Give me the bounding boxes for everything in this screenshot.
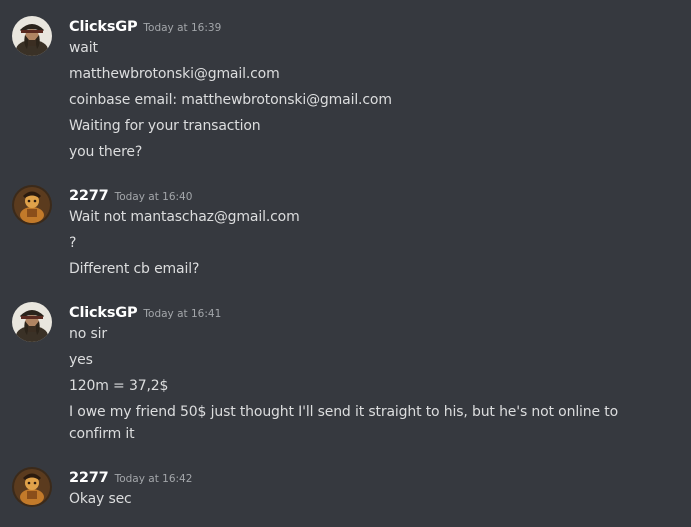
- timestamp: Today at 16:40: [114, 191, 193, 203]
- timestamp: Today at 16:41: [143, 308, 222, 320]
- message-header: ClicksGP Today at 16:41: [69, 302, 221, 322]
- message-text: ?: [69, 235, 77, 251]
- timestamp: Today at 16:39: [143, 22, 222, 34]
- treasure-avatar-icon[interactable]: [12, 467, 52, 507]
- pirate-avatar-icon[interactable]: [12, 16, 52, 56]
- username[interactable]: ClicksGP: [69, 305, 138, 321]
- username[interactable]: ClicksGP: [69, 19, 138, 35]
- message-text: Waiting for your transaction: [69, 118, 261, 134]
- message-text: no sir: [69, 326, 107, 342]
- timestamp: Today at 16:42: [114, 473, 193, 485]
- username[interactable]: 2277: [69, 188, 109, 204]
- chat-message-list: ClicksGP Today at 16:39 wait matthewbroto…: [0, 0, 691, 527]
- message-text: you there?: [69, 144, 143, 160]
- treasure-avatar-icon[interactable]: [12, 185, 52, 225]
- message-text: coinbase email: matthewbrotonski@gmail.c…: [69, 92, 392, 108]
- message-text: yes: [69, 352, 93, 368]
- message-text: Different cb email?: [69, 261, 200, 277]
- message-text: Wait not mantaschaz@gmail.com: [69, 209, 300, 225]
- message-header: 2277 Today at 16:40: [69, 185, 192, 205]
- pirate-avatar-icon[interactable]: [12, 302, 52, 342]
- message-header: ClicksGP Today at 16:39: [69, 16, 221, 36]
- message-text: matthewbrotonski@gmail.com: [69, 66, 280, 82]
- username[interactable]: 2277: [69, 470, 109, 486]
- message-text: Okay sec: [69, 491, 132, 507]
- message-text: I owe my friend 50$ just thought I'll se…: [69, 404, 619, 442]
- message-text: 120m = 37,2$: [69, 378, 169, 394]
- message-text: wait: [69, 40, 98, 56]
- message-header: 2277 Today at 16:42: [69, 467, 192, 487]
